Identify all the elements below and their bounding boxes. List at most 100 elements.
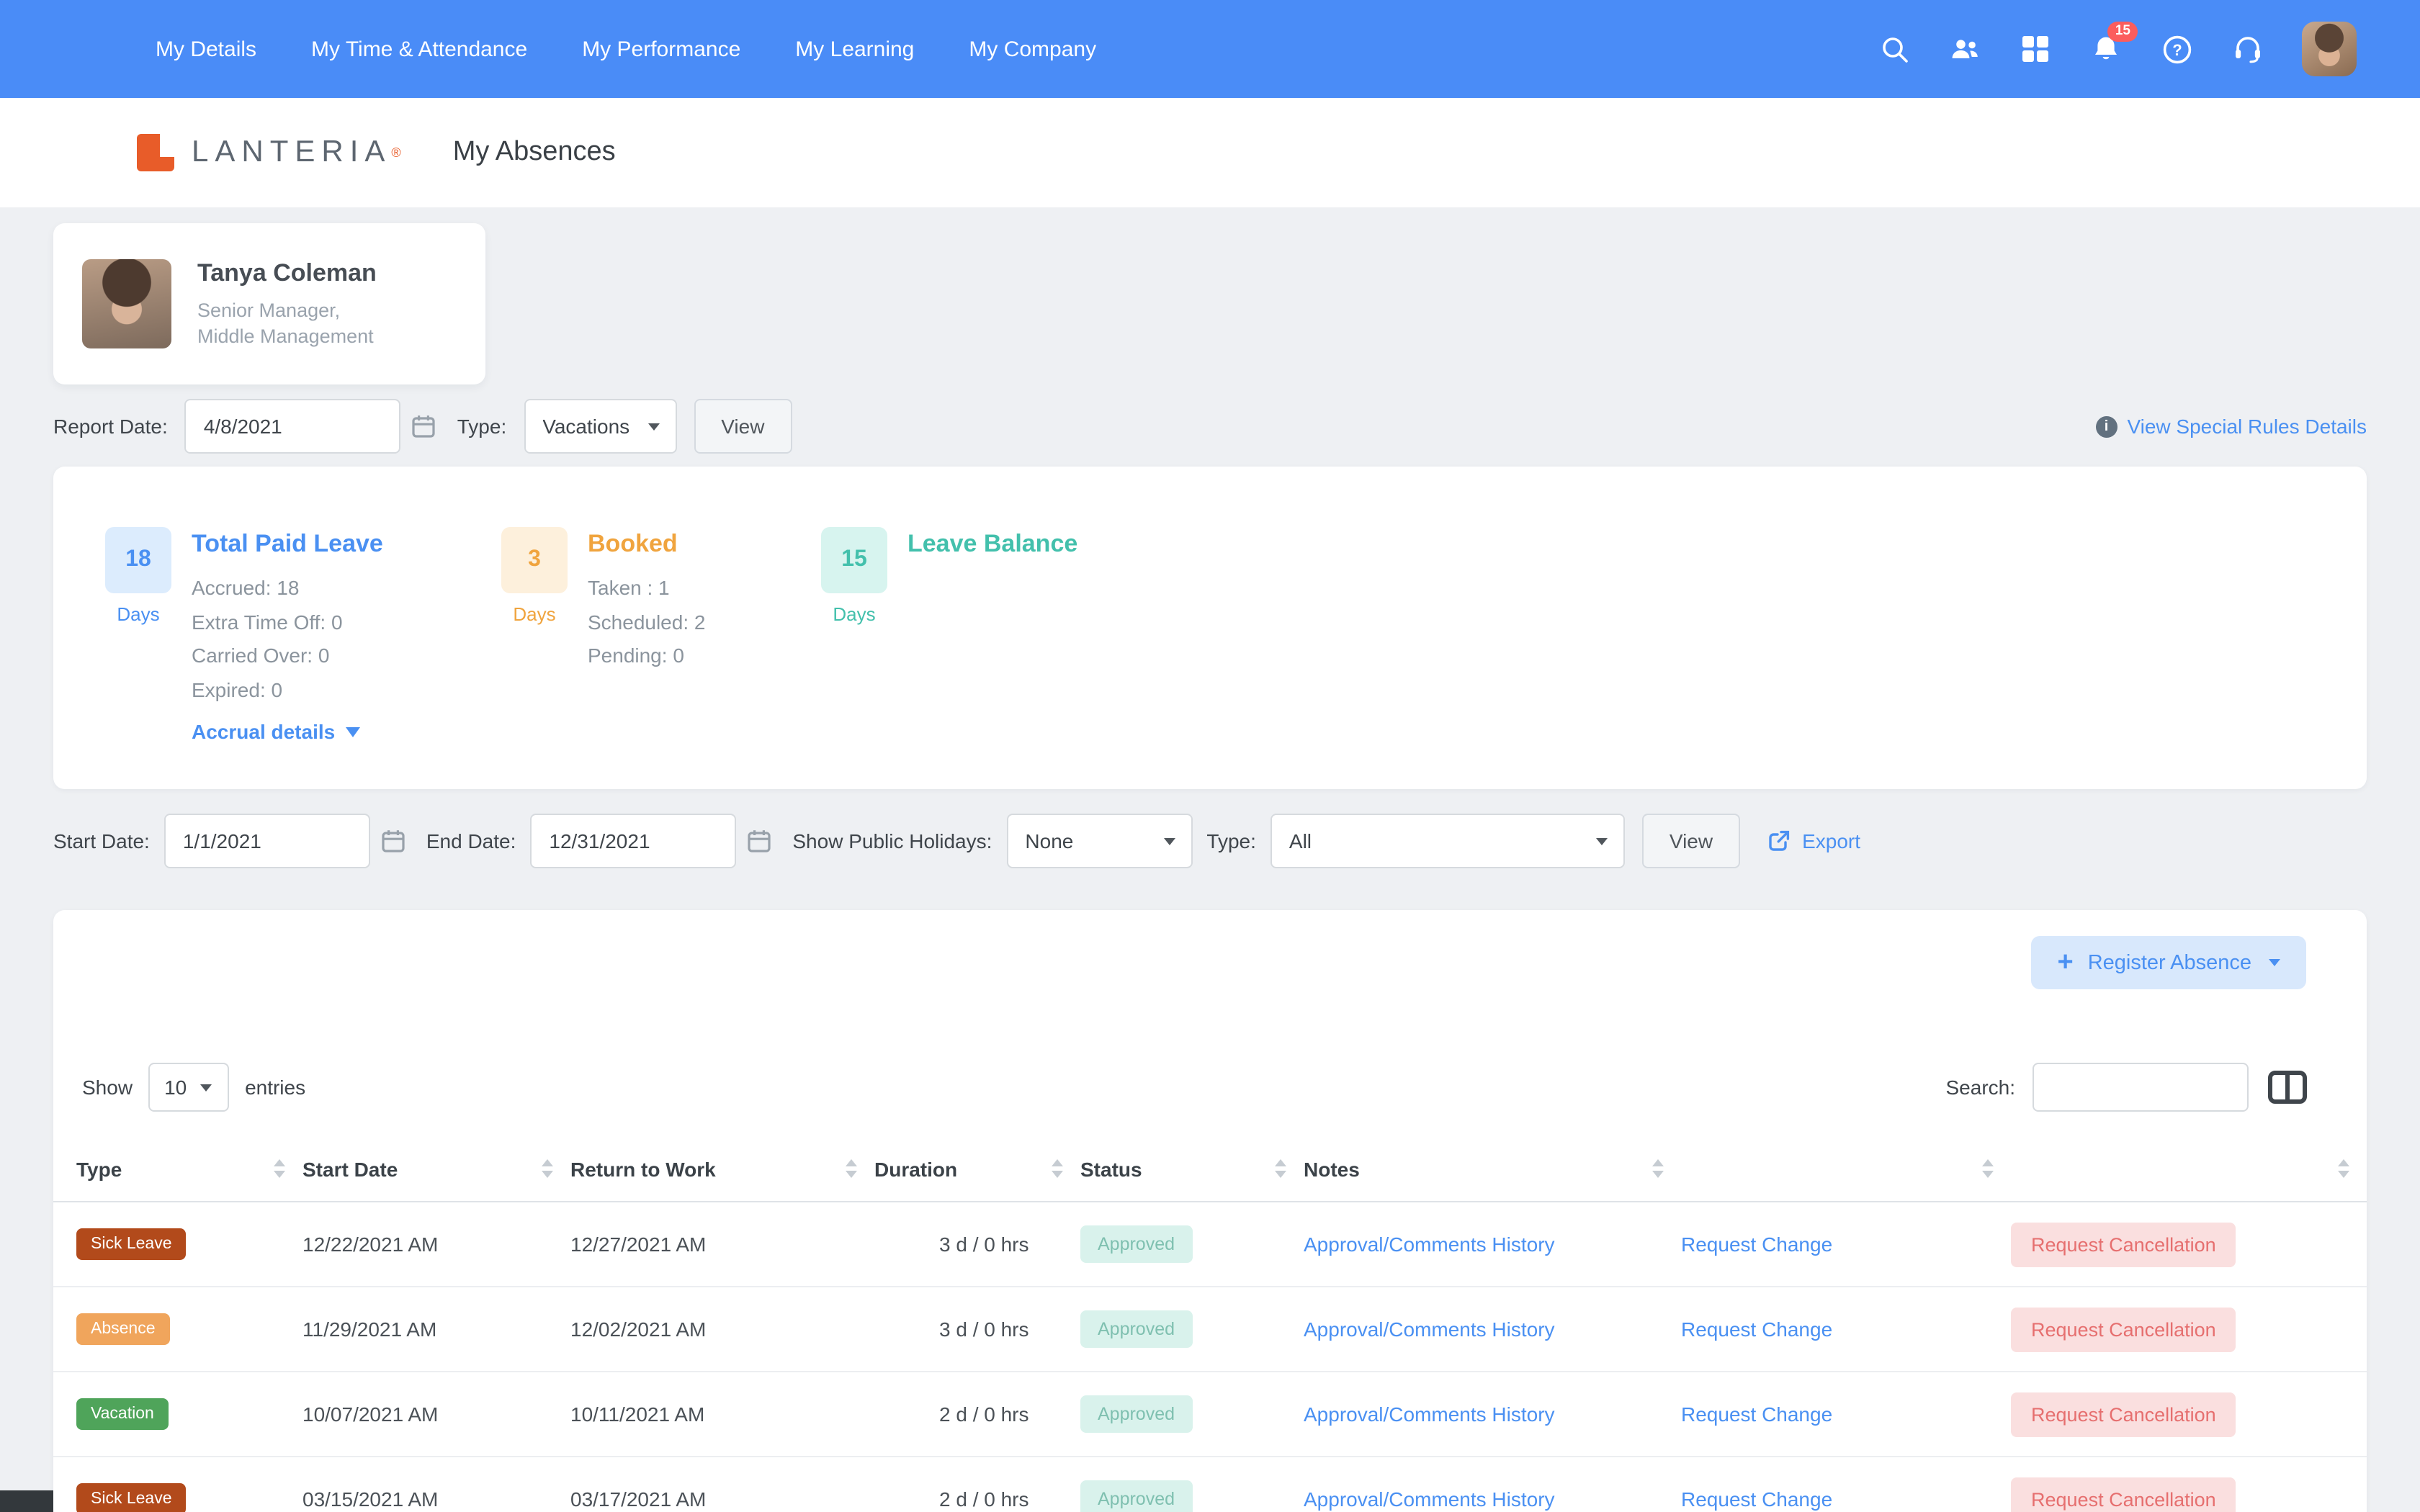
employee-name: Tanya Coleman bbox=[197, 258, 377, 286]
nav-icon-group: 15 ? bbox=[1878, 22, 2357, 76]
employee-title: Senior Manager, Middle Management bbox=[197, 297, 377, 349]
end-date-input[interactable] bbox=[530, 814, 737, 868]
approval-history-link[interactable]: Approval/Comments History bbox=[1304, 1233, 1555, 1256]
range-view-button[interactable]: View bbox=[1641, 814, 1741, 868]
accrual-details-link[interactable]: Accrual details bbox=[192, 720, 360, 743]
duration-cell: 3 d / 0 hrs bbox=[939, 1318, 1029, 1341]
export-link[interactable]: Export bbox=[1766, 828, 1860, 854]
search-label: Search: bbox=[1945, 1076, 2016, 1099]
nav-my-company[interactable]: My Company bbox=[969, 37, 1096, 61]
leave-balance-title: Leave Balance bbox=[908, 530, 1078, 557]
nav-my-performance[interactable]: My Performance bbox=[582, 37, 740, 61]
duration-cell: 3 d / 0 hrs bbox=[939, 1233, 1029, 1256]
col-header-start-date[interactable]: Start Date bbox=[302, 1157, 570, 1180]
report-filter-row: Report Date: Type: Vacations View i View… bbox=[53, 397, 2367, 455]
public-holidays-select[interactable]: None bbox=[1006, 814, 1193, 868]
request-change-link[interactable]: Request Change bbox=[1681, 1403, 1832, 1426]
expired-line: Expired: 0 bbox=[192, 678, 283, 701]
report-type-select[interactable]: Vacations bbox=[524, 399, 677, 454]
taken-line: Taken : 1 bbox=[588, 576, 670, 599]
user-avatar[interactable] bbox=[2302, 22, 2357, 76]
col-header-notes[interactable]: Notes bbox=[1304, 1157, 1681, 1180]
start-date-input[interactable] bbox=[163, 814, 370, 868]
help-icon[interactable]: ? bbox=[2161, 33, 2192, 65]
request-change-link[interactable]: Request Change bbox=[1681, 1488, 1832, 1511]
sort-icon[interactable] bbox=[274, 1159, 285, 1178]
end-date-label: End Date: bbox=[426, 829, 516, 852]
table-header-row: Type Start Date Return to Work Duration … bbox=[53, 1136, 2367, 1202]
lanteria-logo-icon[interactable] bbox=[137, 134, 174, 171]
request-change-link[interactable]: Request Change bbox=[1681, 1318, 1832, 1341]
nav-my-details[interactable]: My Details bbox=[156, 37, 256, 61]
export-link-label: Export bbox=[1802, 829, 1861, 852]
col-header-return-to-work[interactable]: Return to Work bbox=[570, 1157, 874, 1180]
table-search-input[interactable] bbox=[2033, 1063, 2249, 1112]
report-view-button[interactable]: View bbox=[694, 399, 792, 454]
range-type-label: Type: bbox=[1206, 829, 1256, 852]
sort-icon[interactable] bbox=[1275, 1159, 1286, 1178]
people-icon[interactable] bbox=[1949, 33, 1981, 65]
table-row: Vacation 10/07/2021 AM 10/11/2021 AM 2 d… bbox=[53, 1372, 2367, 1457]
booked-stat: 3 Days Booked Taken : 1 Scheduled: 2 Pen… bbox=[501, 527, 705, 673]
request-cancellation-button[interactable]: Request Cancellation bbox=[2011, 1392, 2236, 1436]
report-date-input[interactable] bbox=[184, 399, 401, 454]
special-rules-link[interactable]: i View Special Rules Details bbox=[2095, 415, 2367, 438]
notifications-bell-icon[interactable]: 15 bbox=[2090, 22, 2138, 65]
col-header-type[interactable]: Type bbox=[76, 1157, 302, 1180]
nav-my-learning[interactable]: My Learning bbox=[795, 37, 914, 61]
entries-select[interactable]: 10 bbox=[148, 1063, 230, 1112]
table-row: Sick Leave 12/22/2021 AM 12/27/2021 AM 3… bbox=[53, 1202, 2367, 1287]
booked-title: Booked bbox=[588, 530, 678, 557]
col-header-duration[interactable]: Duration bbox=[874, 1157, 1080, 1180]
sort-icon[interactable] bbox=[2338, 1159, 2349, 1178]
sort-icon[interactable] bbox=[1052, 1159, 1063, 1178]
approval-history-link[interactable]: Approval/Comments History bbox=[1304, 1403, 1555, 1426]
start-date-label: Start Date: bbox=[53, 829, 150, 852]
info-icon: i bbox=[2095, 415, 2118, 437]
col-header-change[interactable] bbox=[1681, 1159, 2011, 1178]
calendar-icon[interactable] bbox=[411, 413, 437, 439]
status-badge: Approved bbox=[1080, 1225, 1193, 1263]
request-cancellation-button[interactable]: Request Cancellation bbox=[2011, 1307, 2236, 1351]
type-badge: Sick Leave bbox=[76, 1483, 187, 1512]
approval-history-link[interactable]: Approval/Comments History bbox=[1304, 1488, 1555, 1511]
apps-grid-icon[interactable] bbox=[2020, 33, 2051, 65]
status-badge: Approved bbox=[1080, 1480, 1193, 1512]
request-change-link[interactable]: Request Change bbox=[1681, 1233, 1832, 1256]
search-icon[interactable] bbox=[1878, 33, 1910, 65]
sort-icon[interactable] bbox=[542, 1159, 553, 1178]
booked-days: 3 Days bbox=[501, 527, 568, 673]
sort-icon[interactable] bbox=[1652, 1159, 1664, 1178]
employee-photo bbox=[82, 259, 171, 348]
page-body: Tanya Coleman Senior Manager, Middle Man… bbox=[0, 223, 2420, 1512]
register-absence-button[interactable]: + Register Absence bbox=[2031, 936, 2306, 989]
table-row: Absence 11/29/2021 AM 12/02/2021 AM 3 d … bbox=[53, 1287, 2367, 1372]
pending-line: Pending: 0 bbox=[588, 644, 684, 667]
table-row: Sick Leave 03/15/2021 AM 03/17/2021 AM 2… bbox=[53, 1457, 2367, 1512]
start-date-cell: 10/07/2021 AM bbox=[302, 1403, 439, 1426]
column-visibility-icon[interactable] bbox=[2266, 1067, 2309, 1107]
sort-icon[interactable] bbox=[1982, 1159, 1994, 1178]
return-to-work-cell: 12/02/2021 AM bbox=[570, 1318, 707, 1341]
col-header-status[interactable]: Status bbox=[1080, 1157, 1304, 1180]
end-date-calendar-icon[interactable] bbox=[746, 828, 772, 854]
range-filter-row: Start Date: End Date: Show Public Holida… bbox=[53, 812, 2367, 870]
request-cancellation-button[interactable]: Request Cancellation bbox=[2011, 1477, 2236, 1512]
return-to-work-cell: 12/27/2021 AM bbox=[570, 1233, 707, 1256]
accrued-line: Accrued: 18 bbox=[192, 576, 300, 599]
total-paid-leave-title: Total Paid Leave bbox=[192, 530, 383, 557]
col-header-cancel[interactable] bbox=[2011, 1159, 2367, 1178]
duration-cell: 2 d / 0 hrs bbox=[939, 1403, 1029, 1426]
svg-text:?: ? bbox=[2172, 40, 2181, 58]
headset-icon[interactable] bbox=[2231, 33, 2263, 65]
table-controls: Show 10 entries Search: bbox=[53, 1061, 2367, 1113]
bottom-left-widget[interactable] bbox=[0, 1490, 53, 1512]
carried-over-line: Carried Over: 0 bbox=[192, 644, 330, 667]
top-nav: My Details My Time & Attendance My Perfo… bbox=[0, 0, 2420, 98]
nav-my-time-attendance[interactable]: My Time & Attendance bbox=[311, 37, 527, 61]
request-cancellation-button[interactable]: Request Cancellation bbox=[2011, 1222, 2236, 1266]
range-type-select[interactable]: All bbox=[1270, 814, 1625, 868]
start-date-calendar-icon[interactable] bbox=[380, 828, 406, 854]
approval-history-link[interactable]: Approval/Comments History bbox=[1304, 1318, 1555, 1341]
sort-icon[interactable] bbox=[846, 1159, 857, 1178]
